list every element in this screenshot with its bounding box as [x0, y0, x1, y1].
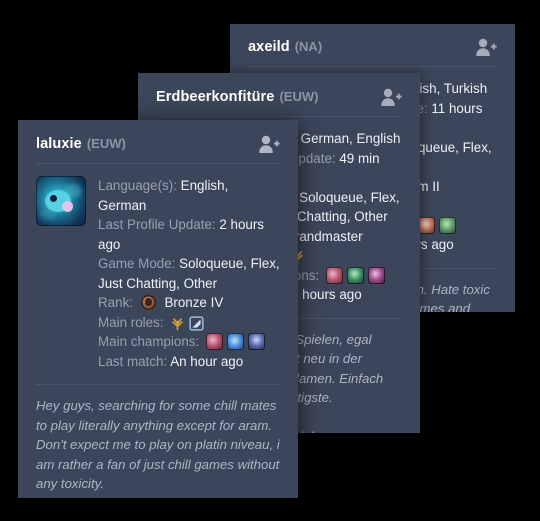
role-jungle-icon: [172, 317, 184, 330]
person-add-icon[interactable]: [258, 134, 280, 154]
champion-icon-8: [247, 333, 265, 350]
field-last-profile-update: Last Profile Update: 2 hours ago: [98, 217, 265, 252]
field-rank: Rank: Bronze IV: [98, 295, 224, 310]
champion-icons: [417, 216, 456, 234]
field-main-roles: Main roles:: [98, 313, 280, 333]
person-add-icon[interactable]: [380, 87, 402, 107]
field-main-champions: Main champions:: [98, 332, 280, 352]
profile-description: Hey guys, searching for some chill mates…: [36, 398, 280, 498]
card-header: axeild (NA): [230, 24, 515, 66]
profile-name: axeild: [248, 39, 290, 55]
role-icons: [170, 315, 204, 331]
field-last-match: Last match: An hour ago: [98, 353, 244, 369]
profile-region: (EUW): [86, 136, 126, 151]
rank-bronze-icon: [140, 295, 156, 310]
profile-name-line: laluxie (EUW): [36, 135, 126, 153]
field-game-mode: Game Mode: Soloqueue, Flex, Just Chattin…: [98, 256, 280, 291]
profile-card-stack: axeild(NA) Language(s): English, Turkish: [0, 0, 540, 521]
field-languages: Language(s): English, German: [98, 178, 229, 213]
role-middle-icon: [189, 315, 204, 331]
champion-icon-7: [226, 333, 244, 350]
champion-icons: [325, 266, 385, 284]
champion-icon-2: [438, 216, 456, 234]
profile-name: Erdbeerkonfitüre: [156, 89, 275, 105]
champion-icon-6: [205, 333, 223, 350]
profile-card-laluxie[interactable]: laluxie (EUW) Language(s): English, Germa…: [18, 120, 298, 498]
champion-icon-4: [346, 266, 364, 284]
card-header: laluxie (EUW): [18, 120, 298, 163]
profile-region: (NA): [294, 39, 323, 54]
profile-name-line: axeild (NA): [248, 38, 322, 56]
champion-icon-1: [417, 216, 435, 234]
summoner-avatar: [36, 176, 86, 226]
profile-region: (EUW): [279, 89, 319, 104]
champion-icon-5: [367, 266, 385, 284]
champion-icons: [205, 333, 265, 350]
profile-name-line: Erdbeerkonfitüre (EUW): [156, 88, 318, 106]
profile-fields: Language(s): English, German Last Profil…: [98, 176, 280, 371]
profile-name: laluxie: [36, 136, 82, 152]
card-header: Erdbeerkonfitüre (EUW): [138, 73, 420, 116]
card-body: Language(s): English, German Last Profil…: [18, 164, 298, 371]
person-add-icon[interactable]: [475, 37, 497, 57]
champion-icon-3: [325, 266, 343, 284]
